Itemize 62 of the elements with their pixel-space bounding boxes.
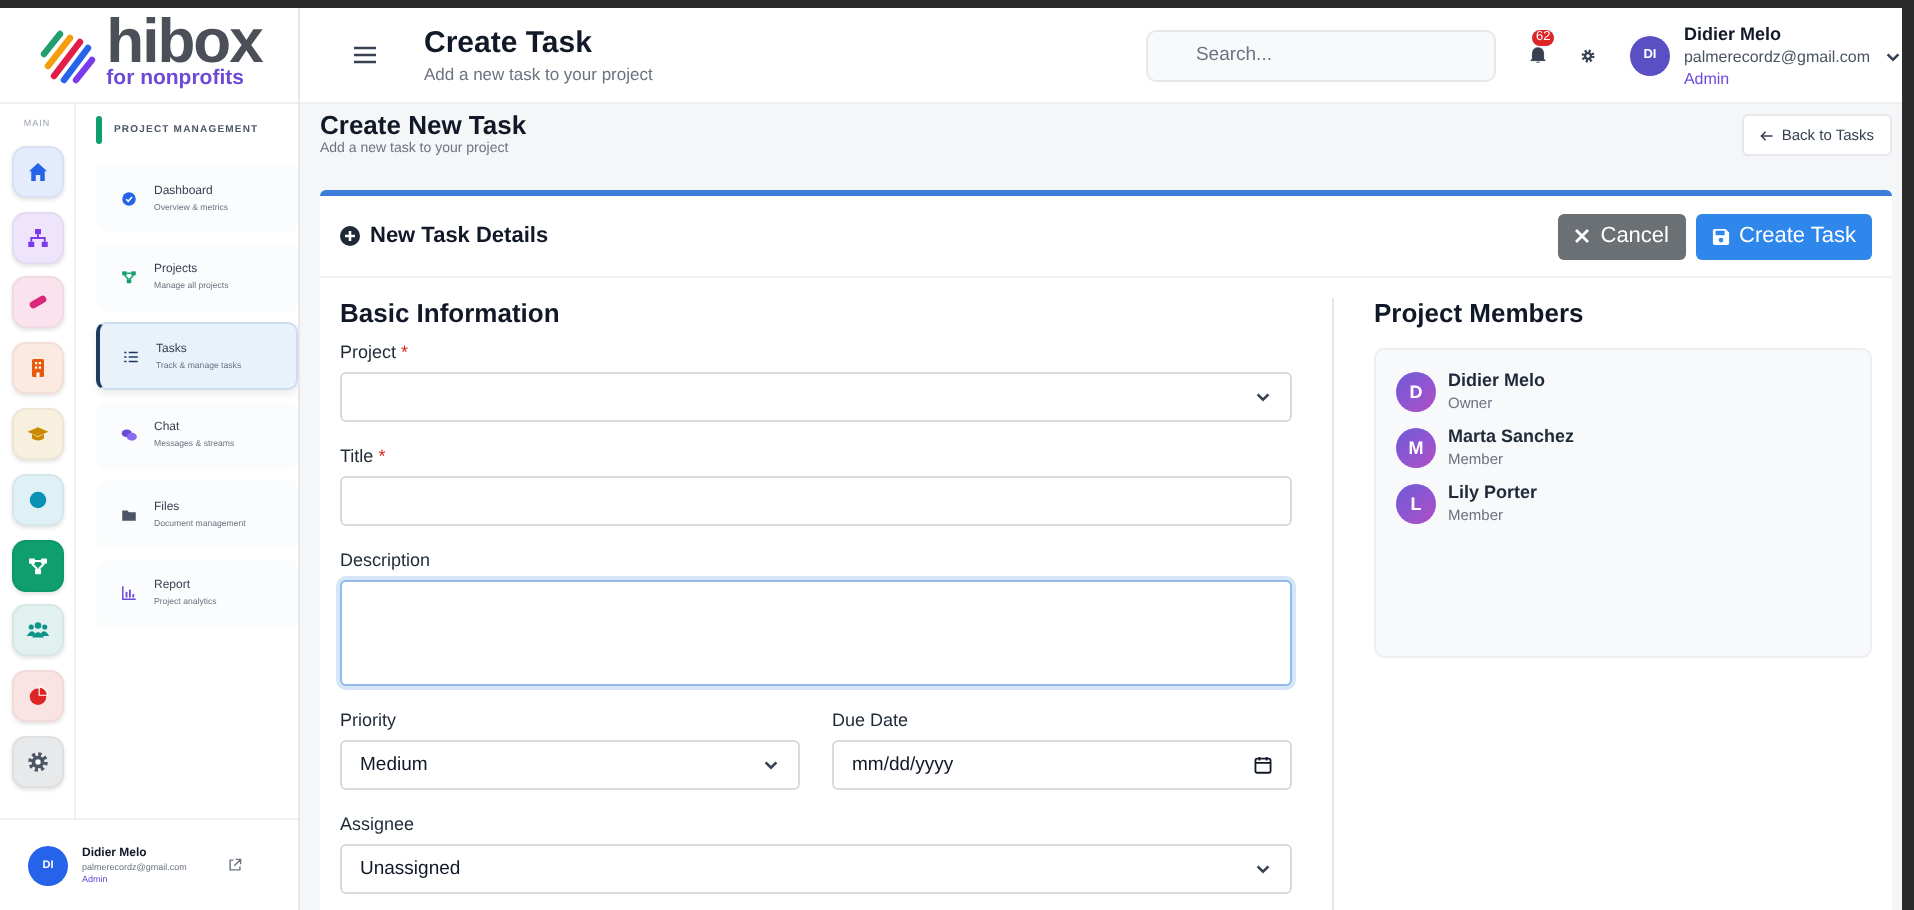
rail-button[interactable] [11,276,63,329]
section-heading: Basic Information [340,298,562,328]
field-label: Project * [340,342,411,362]
search-field[interactable]: Search... [1145,29,1496,81]
bell-icon [1529,46,1546,64]
rail-icon [25,553,49,578]
rail-button[interactable] [11,604,63,657]
select-field[interactable] [340,372,1292,422]
calendar-icon [1254,756,1272,774]
member-name: Marta Sanchez [1448,426,1575,446]
member-avatar: M [1396,427,1436,467]
select-field[interactable]: Medium [340,740,800,790]
field-label: Description [340,550,433,570]
user-email: palmerecordz@gmail.com [1683,47,1870,65]
input-field[interactable] [340,476,1292,526]
arrow-left-icon [1759,129,1774,141]
header-title: Create Task [424,26,594,60]
textarea-field[interactable] [340,580,1292,686]
rail-button[interactable] [11,211,63,264]
brand-name: hibox [106,9,262,72]
rail-button[interactable] [11,145,63,198]
chevron-down-icon [1254,388,1272,406]
nav-icon [120,426,138,444]
member-avatar: D [1396,371,1436,411]
nav-icon [120,505,138,523]
rail-button[interactable] [11,670,63,723]
field-label: Due Date [832,710,911,730]
page-title: Create New Task [320,110,527,140]
chevron-down-icon [1254,860,1272,878]
save-icon [1711,227,1729,245]
user-role: Admin [1683,69,1732,87]
chevron-down-icon [1884,47,1902,65]
members-heading: Project Members [1374,298,1586,328]
date-field[interactable]: mm/dd/yyyy [832,740,1292,790]
header-subtitle: Add a new task to your project [424,64,653,84]
rail-button[interactable] [11,735,63,788]
rail-button[interactable] [11,473,63,526]
nav-icon [120,584,138,602]
nav-icon [122,347,140,365]
menu-icon [354,46,376,64]
rail-button[interactable] [11,342,63,395]
plus-circle-icon [340,226,360,246]
chevron-down-icon [762,756,780,774]
card-title: New Task Details [370,224,549,248]
user-name: Didier Melo [1683,23,1783,43]
logo-stripes-icon [36,25,101,85]
brand-tagline: for nonprofits [106,67,246,89]
member-name: Lily Porter [1448,482,1538,502]
settings-icon [1579,47,1596,63]
member-name: Didier Melo [1448,370,1546,390]
cancel-button[interactable]: Cancel [1558,213,1685,259]
field-label: Assignee [340,814,417,834]
field-label: Priority [340,710,399,730]
nav-icon [120,189,138,207]
field-label: Title * [340,446,388,466]
nav-icon [120,268,138,286]
external-link-icon [228,858,243,872]
rail-button[interactable] [11,539,63,592]
member-avatar: L [1396,483,1436,523]
select-field[interactable]: Unassigned [340,844,1292,894]
close-icon [1574,228,1591,244]
create-button[interactable]: Create Task [1695,213,1872,259]
